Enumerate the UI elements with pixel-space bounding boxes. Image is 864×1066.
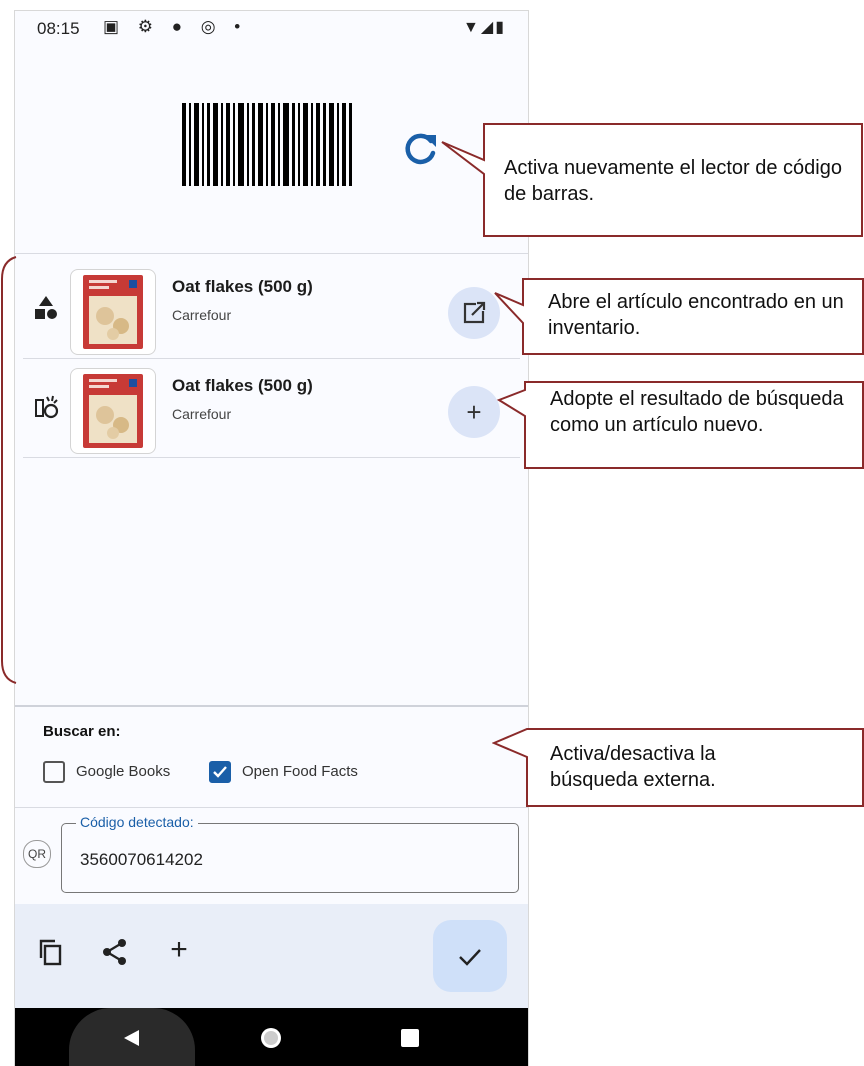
refresh-icon[interactable] [400,129,440,169]
callout-adopt-text: Adopte el resultado de búsqueda como un … [550,388,844,436]
add-icon[interactable]: + [163,934,195,966]
system-navigation-bar [15,1008,528,1066]
check-icon [459,949,481,966]
result-row-external[interactable]: Oat flakes (500 g) Carrefour + [20,360,520,456]
share-icon[interactable] [99,936,131,968]
back-icon[interactable] [121,1028,141,1048]
confirm-button[interactable] [433,920,507,992]
bottom-action-bar: + [15,904,528,1008]
result-row-inventory[interactable]: Oat flakes (500 g) Carrefour [20,261,520,357]
search-sources-label: Buscar en: [43,723,121,740]
adopt-item-button[interactable]: + [448,386,500,438]
result-brand: Carrefour [172,307,232,323]
status-icons: ▣ ⚙ ● ◎ • [103,17,248,36]
divider [15,807,528,808]
checkbox-checked[interactable] [209,761,231,783]
signal-battery-icons: ▼◢▮ [463,19,506,36]
product-thumbnail [70,368,156,454]
checkbox-label: Google Books [76,763,171,780]
product-thumbnail [70,269,156,355]
status-time: 08:15 [37,19,80,38]
results-bracket [1,256,17,684]
result-brand: Carrefour [172,406,232,422]
divider [23,358,520,359]
home-icon[interactable] [259,1026,283,1050]
shapes-icon [35,296,57,319]
divider [15,705,528,707]
qr-code-icon: QR [23,840,51,868]
detected-code-field[interactable]: Código detectado: 3560070614202 [61,814,519,893]
detected-code-label: Código detectado: [76,814,198,830]
detected-code-value[interactable]: 3560070614202 [80,850,203,870]
callout-open-text: Abre el artículo encontrado en un invent… [548,291,844,339]
callout-toggle-text: Activa/desactiva la búsqueda externa. [550,743,716,791]
status-bar: 08:15 ▣ ⚙ ● ◎ • ▼◢▮ [15,11,528,45]
recents-icon[interactable] [400,1028,420,1048]
checkbox-label: Open Food Facts [242,763,358,780]
adopt-icon [35,395,59,419]
plus-icon: + [466,397,482,427]
google-books-checkbox[interactable]: Google Books [43,761,213,785]
checkbox-unchecked[interactable] [43,761,65,783]
barcode-image [182,103,352,186]
divider [15,253,528,254]
result-title: Oat flakes (500 g) [172,277,313,296]
callout-rescan-text: Activa nuevamente el lector de código de… [504,157,842,205]
result-title: Oat flakes (500 g) [172,376,313,395]
divider [23,457,520,458]
copy-icon[interactable] [35,936,67,968]
checkmark-icon [213,766,227,778]
open-food-facts-checkbox[interactable]: Open Food Facts [209,761,389,785]
